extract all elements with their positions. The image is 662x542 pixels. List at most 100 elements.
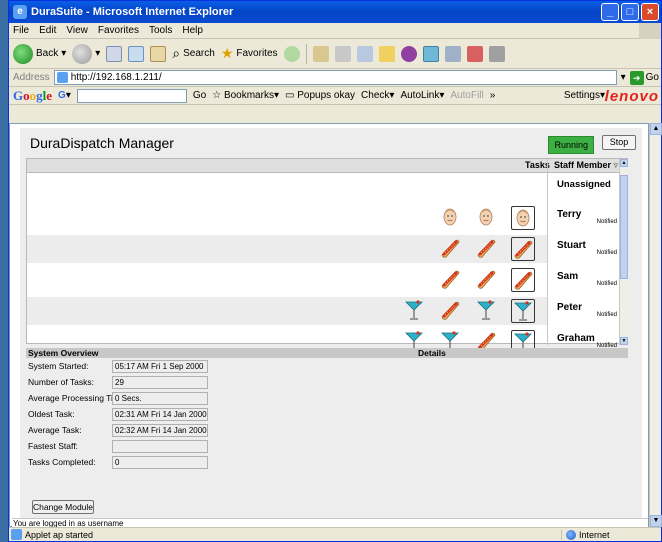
- page-scrollbar[interactable]: ▲ ▼: [649, 123, 662, 527]
- menu-bar: File Edit View Favorites Tools Help: [9, 23, 661, 39]
- messenger-icon[interactable]: [400, 45, 417, 62]
- favorites-button[interactable]: ★ Favorites: [221, 45, 278, 62]
- google-search-input[interactable]: [76, 88, 187, 103]
- staff-cell[interactable]: Peter Notified: [549, 297, 619, 325]
- staff-name: Sam: [557, 271, 579, 282]
- menu-favorites[interactable]: Favorites: [98, 25, 139, 36]
- google-go-button[interactable]: Go: [193, 90, 206, 101]
- google-g-label: G: [58, 90, 66, 101]
- hotdog-task-icon[interactable]: [511, 268, 535, 292]
- autolink-button[interactable]: AutoLink▾: [400, 90, 444, 101]
- search-icon: ⌕: [172, 45, 181, 61]
- mail-icon[interactable]: [312, 45, 329, 62]
- staff-cell[interactable]: Sam Notified: [549, 266, 619, 294]
- window-title: DuraSuite - Microsoft Internet Explorer: [31, 6, 234, 18]
- cocktail-task-icon[interactable]: [403, 299, 425, 321]
- go-button[interactable]: ➔ Go: [629, 70, 659, 85]
- address-dropdown-icon[interactable]: ▾: [621, 72, 626, 83]
- forward-button[interactable]: ▾: [72, 43, 100, 64]
- history-icon[interactable]: [283, 45, 300, 62]
- scroll-up-icon[interactable]: ▲: [650, 123, 662, 135]
- face-task-icon[interactable]: [511, 206, 535, 230]
- cocktail-task-icon[interactable]: [511, 299, 535, 323]
- details-header: Details: [416, 348, 628, 358]
- overview-row: System Started: 05:17 AM Fri 1 Sep 2000: [26, 360, 416, 374]
- google-toolbar: Google G▾ Go ☆ Bookmarks▾ ▭ Popups okay …: [9, 87, 661, 105]
- grid-scrollbar[interactable]: ▲ ▼: [619, 159, 628, 345]
- standard-toolbar: Back ▾ ▾ ⌕ Search ★ Favorites: [9, 39, 661, 69]
- scroll-down-icon[interactable]: ▼: [650, 515, 662, 527]
- hotdog-task-icon[interactable]: [475, 268, 497, 290]
- details-panel: Details: [416, 348, 628, 492]
- address-input[interactable]: http://192.168.1.211/: [53, 70, 617, 85]
- overview-value: 0 Secs.: [112, 392, 208, 405]
- address-bar: Address http://192.168.1.211/ ▾ ➔ Go: [9, 69, 661, 87]
- minimize-button[interactable]: _: [601, 3, 619, 21]
- menu-help[interactable]: Help: [182, 25, 203, 36]
- menu-view[interactable]: View: [66, 25, 88, 36]
- print-icon[interactable]: [334, 45, 351, 62]
- forward-dropdown-icon[interactable]: ▾: [95, 48, 100, 59]
- face-task-icon[interactable]: [475, 206, 497, 228]
- google-g-menu[interactable]: G▾: [58, 90, 71, 101]
- research-icon[interactable]: [422, 45, 439, 62]
- maximize-button[interactable]: □: [621, 3, 639, 21]
- autofill-button[interactable]: AutoFill: [450, 90, 483, 101]
- staff-member-header[interactable]: Staff Member ▿: [554, 160, 619, 171]
- google-logo: Google: [13, 87, 53, 103]
- hotdog-task-icon[interactable]: [439, 237, 461, 259]
- overview-row: Oldest Task: 02:31 AM Fri 14 Jan 2000: [26, 408, 416, 422]
- cocktail-task-icon[interactable]: [475, 299, 497, 321]
- applet-status-text: Applet ap started: [25, 529, 94, 540]
- settings-button[interactable]: Settings▾: [564, 90, 605, 101]
- hotdog-task-icon[interactable]: [475, 237, 497, 259]
- tool-icon-2[interactable]: [466, 45, 483, 62]
- bookmarks-button[interactable]: ☆ Bookmarks▾: [212, 90, 279, 101]
- sort-icon: ▿: [613, 160, 619, 170]
- grid-scroll-down-icon[interactable]: ▼: [620, 337, 628, 345]
- page-icon: [56, 72, 68, 83]
- home-icon[interactable]: [150, 45, 167, 62]
- applet-status: Applet ap started: [11, 529, 561, 540]
- grid-scroll-up-icon[interactable]: ▲: [620, 159, 628, 167]
- tool-icon[interactable]: [444, 45, 461, 62]
- stop-icon[interactable]: [106, 45, 123, 62]
- hotdog-task-icon[interactable]: [439, 299, 461, 321]
- close-button[interactable]: ×: [641, 3, 659, 21]
- back-button[interactable]: Back ▾: [13, 43, 66, 64]
- face-task-icon[interactable]: [439, 206, 461, 228]
- grid-scroll-thumb[interactable]: [620, 175, 628, 279]
- address-label: Address: [13, 72, 50, 83]
- more-button[interactable]: »: [490, 90, 496, 101]
- dispatch-grid: Tasks Staff Member ▿ Unassigned Terry Not…: [26, 158, 628, 354]
- unassigned-label: Unassigned: [557, 179, 611, 190]
- hotdog-task-icon[interactable]: [439, 268, 461, 290]
- stop-button[interactable]: Stop: [602, 135, 636, 150]
- staff-cell[interactable]: Terry Notified: [549, 204, 619, 232]
- search-button[interactable]: ⌕ Search: [172, 45, 215, 62]
- check-button[interactable]: Check▾: [361, 90, 394, 101]
- bookmarks-label: Bookmarks: [223, 90, 274, 101]
- globe-icon: [566, 529, 576, 540]
- menu-file[interactable]: File: [13, 25, 29, 36]
- overview-row: Average Processing Time: 0 Secs.: [26, 392, 416, 406]
- hotdog-task-icon[interactable]: [511, 237, 535, 261]
- folder-icon[interactable]: [378, 45, 395, 62]
- staff-name: Stuart: [557, 240, 586, 251]
- tool-icon-3[interactable]: [488, 45, 505, 62]
- status-bar: Applet ap started Internet: [9, 527, 661, 541]
- overview-label: Average Task:: [28, 425, 82, 435]
- menu-tools[interactable]: Tools: [149, 25, 172, 36]
- overview-value: 29: [112, 376, 208, 389]
- app-header: DuraDispatch Manager Running Stop: [20, 128, 642, 158]
- back-label: Back: [36, 48, 59, 59]
- menu-edit[interactable]: Edit: [39, 25, 56, 36]
- staff-cell[interactable]: Stuart Notified: [549, 235, 619, 263]
- popups-button[interactable]: ▭ Popups okay: [285, 90, 355, 101]
- refresh-icon[interactable]: [128, 45, 145, 62]
- notified-label: Notified: [596, 281, 617, 287]
- change-module-button[interactable]: Change Module: [32, 500, 94, 514]
- edit-icon[interactable]: [356, 45, 373, 62]
- overview-label: Tasks Completed:: [28, 457, 96, 467]
- back-dropdown-icon[interactable]: ▾: [61, 48, 66, 59]
